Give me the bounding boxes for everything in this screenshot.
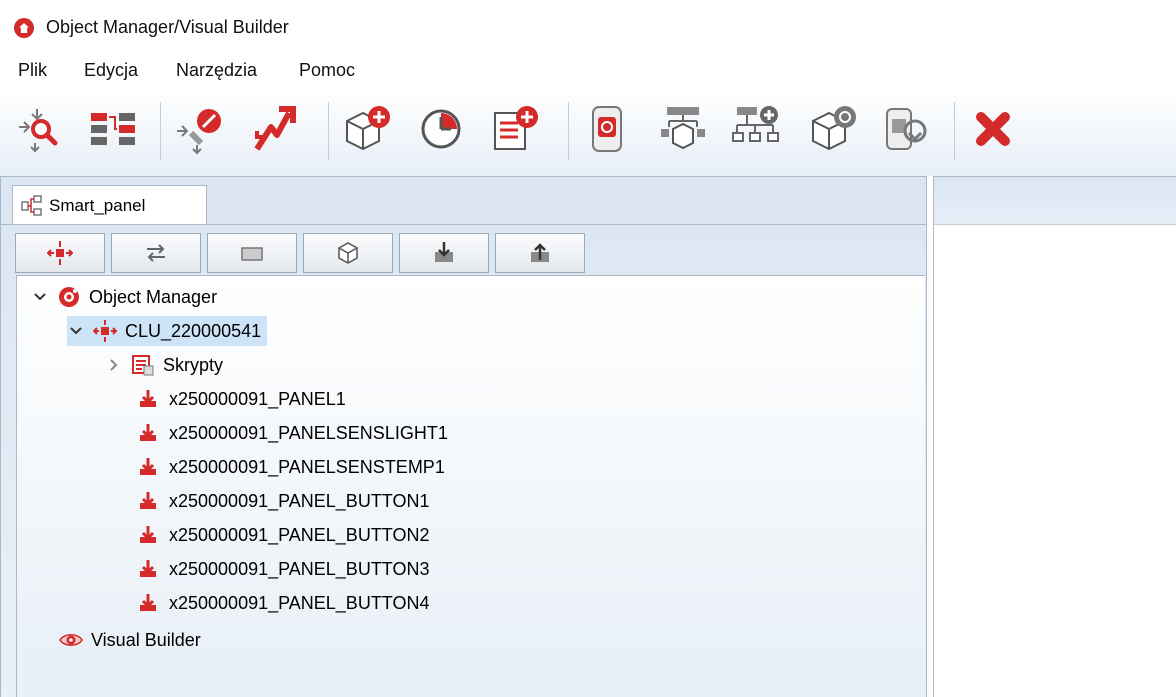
- device-button[interactable]: [580, 102, 634, 156]
- upload-button[interactable]: [495, 233, 585, 273]
- hierarchy-button[interactable]: [656, 102, 710, 156]
- download-icon: [435, 242, 453, 262]
- input-arrow-icon: [137, 489, 161, 513]
- object-manager-icon: [57, 285, 81, 309]
- toolbar-separator: [160, 102, 161, 160]
- tab-smart-panel[interactable]: Smart_panel: [12, 185, 207, 225]
- network-icon: [21, 194, 42, 216]
- menu-plik[interactable]: Plik: [18, 60, 47, 81]
- input-arrow-icon: [137, 523, 161, 547]
- main-toolbar: [0, 88, 1176, 176]
- object-manager-panel: Smart_panel Object Manager CLU_220000541…: [0, 176, 927, 697]
- swap-button[interactable]: [111, 233, 201, 273]
- tree-label: x250000091_PANEL_BUTTON3: [169, 558, 430, 579]
- tree-label: x250000091_PANELSENSLIGHT1: [169, 422, 448, 443]
- tree-label: x250000091_PANEL_BUTTON4: [169, 592, 430, 613]
- tree-label: x250000091_PANEL1: [169, 388, 346, 409]
- tree-node-item[interactable]: x250000091_PANEL_BUTTON1: [137, 486, 430, 516]
- timer-button[interactable]: [414, 102, 468, 156]
- toolbar-separator: [328, 102, 329, 160]
- tree-label: x250000091_PANEL_BUTTON1: [169, 490, 430, 511]
- toolbar-separator: [568, 102, 569, 160]
- tree-node-object-manager[interactable]: Object Manager: [31, 282, 217, 312]
- toolbar-separator: [954, 102, 955, 160]
- erase-object-button[interactable]: [172, 102, 226, 156]
- tab-divider: [1, 224, 926, 225]
- menu-bar: Plik Edycja Narzędzia Pomoc: [0, 54, 1176, 88]
- upload-icon: [531, 243, 549, 262]
- hierarchy-icon: [661, 107, 705, 150]
- tab-label: Smart_panel: [49, 195, 146, 215]
- editor-panel: [933, 176, 1176, 697]
- move-up-icon: [254, 106, 296, 151]
- rectangle-button[interactable]: [207, 233, 297, 273]
- center-button[interactable]: [15, 233, 105, 273]
- swap-icon: [147, 244, 165, 262]
- eye-icon: [59, 628, 83, 652]
- rectangle-icon: [241, 247, 263, 261]
- clu-icon: [93, 319, 117, 343]
- tree-label: Skrypty: [163, 354, 224, 375]
- tree-node-item[interactable]: x250000091_PANEL_BUTTON2: [137, 520, 430, 550]
- layout-grid-icon: [91, 113, 135, 145]
- menu-pomoc[interactable]: Pomoc: [299, 60, 355, 81]
- scripts-icon: [131, 353, 155, 377]
- tree-node-item[interactable]: x250000091_PANEL_BUTTON4: [137, 588, 430, 618]
- search-object-button[interactable]: [10, 102, 64, 156]
- menu-edycja[interactable]: Edycja: [84, 60, 138, 81]
- input-arrow-icon: [137, 387, 161, 411]
- tree-label: x250000091_PANEL_BUTTON2: [169, 524, 430, 545]
- close-icon: [976, 112, 1010, 146]
- add-document-button[interactable]: [488, 102, 542, 156]
- tree-node-clu[interactable]: CLU_220000541: [67, 316, 268, 346]
- tree-label: CLU_220000541: [125, 320, 262, 341]
- tree-node-item[interactable]: x250000091_PANEL_BUTTON3: [137, 554, 430, 584]
- tree-node-item[interactable]: x250000091_PANELSENSTEMP1: [137, 452, 445, 482]
- close-button[interactable]: [966, 102, 1020, 156]
- tree-label: Object Manager: [89, 286, 218, 307]
- window-title: Object Manager/Visual Builder: [46, 17, 289, 37]
- refresh-object-icon: [812, 106, 856, 151]
- chevron-down-icon[interactable]: [31, 288, 49, 306]
- device-icon: [592, 106, 622, 152]
- object-tree: Object Manager CLU_220000541 Skrypty x25…: [16, 275, 925, 697]
- refresh-object-button[interactable]: [806, 102, 860, 156]
- input-arrow-icon: [137, 591, 161, 615]
- device-rotate-button[interactable]: [878, 102, 932, 156]
- cube-icon: [338, 242, 358, 264]
- add-object-icon: [346, 106, 390, 151]
- input-arrow-icon: [137, 421, 161, 445]
- add-hierarchy-button[interactable]: [730, 102, 784, 156]
- timer-icon: [421, 109, 461, 149]
- app-home-icon: [14, 18, 34, 38]
- tree-node-item[interactable]: x250000091_PANELSENSLIGHT1: [137, 418, 448, 448]
- chevron-right-icon[interactable]: [105, 356, 123, 374]
- tree-label: Visual Builder: [91, 629, 201, 650]
- tree-node-scripts[interactable]: Skrypty: [105, 350, 223, 380]
- layout-button[interactable]: [86, 102, 140, 156]
- download-button[interactable]: [399, 233, 489, 273]
- cube-button[interactable]: [303, 233, 393, 273]
- erase-object-icon: [177, 109, 221, 155]
- add-hierarchy-icon: [732, 106, 779, 142]
- tree-label: x250000091_PANELSENSTEMP1: [169, 456, 445, 477]
- tree-node-item[interactable]: x250000091_PANEL1: [137, 384, 346, 414]
- tree-node-visual-builder[interactable]: Visual Builder: [59, 625, 201, 655]
- center-icon: [47, 241, 73, 265]
- search-object-icon: [19, 109, 58, 153]
- editor-tab-header: [934, 177, 1176, 225]
- input-arrow-icon: [137, 557, 161, 581]
- menu-narzedzia[interactable]: Narzędzia: [176, 60, 257, 81]
- device-rotate-icon: [886, 108, 927, 150]
- move-up-button[interactable]: [248, 102, 302, 156]
- add-object-button[interactable]: [340, 102, 394, 156]
- chevron-down-icon[interactable]: [67, 322, 85, 340]
- title-bar: Object Manager/Visual Builder: [0, 0, 1176, 54]
- add-document-icon: [494, 106, 538, 150]
- input-arrow-icon: [137, 455, 161, 479]
